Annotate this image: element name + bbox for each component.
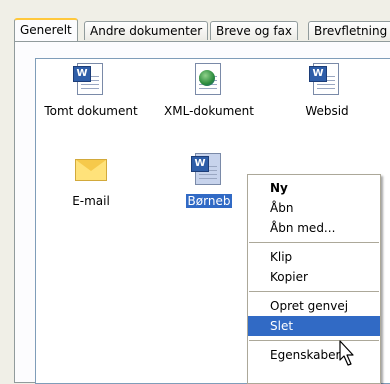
menu-item-opret-genvej[interactable]: Opret genvej [248, 296, 380, 316]
menu-separator [249, 291, 379, 292]
web-page-icon: W [309, 63, 345, 97]
menu-item-ny[interactable]: Ny [248, 178, 380, 198]
menu-item-kopier[interactable]: Kopier [248, 267, 380, 287]
context-menu: Ny Åbn Åbn med... Klip Kopier Opret genv… [247, 174, 381, 384]
item-tomt-dokument[interactable]: W Tomt dokument [36, 63, 146, 118]
tab-generelt[interactable]: Generelt [14, 18, 78, 41]
xml-document-icon [191, 63, 227, 97]
tab-andre-dokumenter[interactable]: Andre dokumenter [84, 21, 209, 40]
item-label-selected: Børneb [185, 194, 233, 208]
menu-item-abn-med[interactable]: Åbn med... [248, 218, 380, 238]
word-document-icon: W [73, 63, 109, 97]
tab-strip: Generelt Andre dokumenter Breve og fax B… [14, 18, 390, 42]
item-xml-dokument[interactable]: XML-dokument [154, 63, 264, 118]
item-label: XML-dokument [164, 104, 254, 118]
tab-brevfletning[interactable]: Brevfletning [308, 21, 390, 40]
menu-item-abn[interactable]: Åbn [248, 198, 380, 218]
tab-breve-og-fax[interactable]: Breve og fax [210, 21, 299, 40]
menu-separator [249, 242, 379, 243]
item-label: E-mail [72, 194, 110, 208]
item-email[interactable]: E-mail [36, 153, 146, 208]
item-label: Websid [305, 104, 349, 118]
item-webside[interactable]: W Websid [272, 63, 382, 118]
menu-item-egenskaber[interactable]: Egenskaber [248, 345, 380, 365]
menu-item-klip[interactable]: Klip [248, 247, 380, 267]
email-envelope-icon [73, 153, 109, 187]
item-label: Tomt dokument [44, 104, 138, 118]
menu-separator [249, 340, 379, 341]
word-template-icon: W [191, 153, 227, 187]
mouse-pointer-icon [339, 340, 354, 366]
menu-item-slet[interactable]: Slet [248, 316, 380, 336]
